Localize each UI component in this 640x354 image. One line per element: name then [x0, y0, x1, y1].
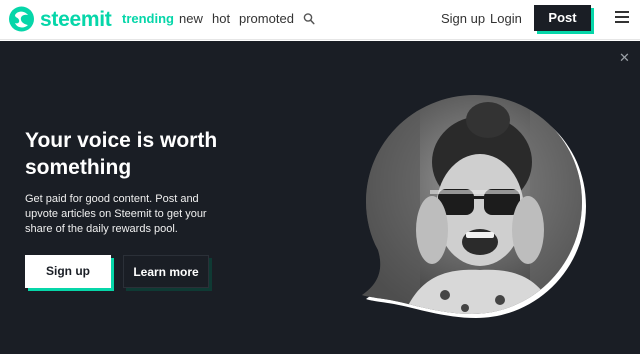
signup-link[interactable]: Sign up [441, 11, 485, 26]
nav-promoted[interactable]: promoted [239, 11, 294, 26]
welcome-banner: ✕ Your voice is worth something Get paid… [0, 41, 640, 354]
close-icon[interactable]: ✕ [619, 51, 630, 64]
top-header: steemit trending new hot promoted Sign u… [0, 0, 640, 40]
nav-hot[interactable]: hot [212, 11, 230, 26]
post-button[interactable]: Post [534, 5, 591, 31]
nav-trending[interactable]: trending [122, 11, 174, 26]
hero-title: Your voice is worth something [25, 129, 218, 179]
menu-icon[interactable] [615, 11, 629, 24]
nav-new[interactable]: new [179, 11, 203, 26]
hero-signup-button[interactable]: Sign up [25, 255, 111, 288]
steemit-logo-icon[interactable] [8, 6, 35, 32]
login-link[interactable]: Login [490, 11, 522, 26]
search-icon[interactable] [303, 12, 315, 26]
hero-photo [362, 95, 586, 318]
learn-more-button[interactable]: Learn more [123, 255, 209, 288]
hero-description: Get paid for good content. Post and upvo… [25, 193, 207, 235]
brand-name[interactable]: steemit [40, 8, 112, 32]
